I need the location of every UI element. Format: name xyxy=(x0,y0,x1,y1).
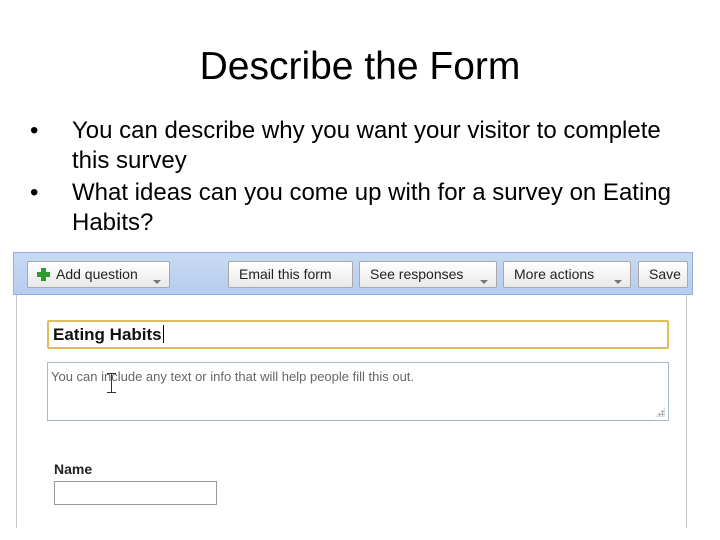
save-button[interactable]: Save xyxy=(638,261,688,288)
bullet-list: • You can describe why you want your vis… xyxy=(28,116,698,240)
chevron-down-icon xyxy=(480,280,488,284)
form-toolbar: Add question Email this form See respons… xyxy=(13,252,693,295)
see-responses-label: See responses xyxy=(370,266,464,282)
slide-title: Describe the Form xyxy=(199,45,521,88)
resize-grip-icon[interactable] xyxy=(655,407,665,417)
name-field[interactable] xyxy=(54,481,217,505)
form-description-placeholder: You can include any text or info that wi… xyxy=(51,369,415,384)
bullet-text: What ideas can you come up with for a su… xyxy=(72,179,671,236)
email-form-button[interactable]: Email this form xyxy=(228,261,353,288)
plus-icon xyxy=(37,268,50,281)
more-actions-label: More actions xyxy=(514,266,595,282)
bullet-text: You can describe why you want your visit… xyxy=(72,117,661,174)
more-actions-button[interactable]: More actions xyxy=(503,261,631,288)
form-description-input[interactable]: You can include any text or info that wi… xyxy=(47,362,669,421)
add-question-label: Add question xyxy=(56,266,138,282)
form-body: Eating Habits You can include any text o… xyxy=(16,295,687,528)
bullet-dot-icon: • xyxy=(30,179,39,206)
ibeam-cursor-icon xyxy=(107,373,116,393)
bullet-item: • You can describe why you want your vis… xyxy=(28,116,698,176)
bullet-dot-icon: • xyxy=(30,117,39,144)
chevron-down-icon xyxy=(614,280,622,284)
form-title-input[interactable]: Eating Habits xyxy=(47,320,669,349)
text-cursor-icon xyxy=(162,325,164,343)
add-question-button[interactable]: Add question xyxy=(27,261,170,288)
form-editor-screenshot: Add question Email this form See respons… xyxy=(13,252,693,528)
bullet-item: • What ideas can you come up with for a … xyxy=(28,178,698,238)
email-form-label: Email this form xyxy=(239,266,332,282)
save-label: Save xyxy=(649,266,681,282)
form-title-value: Eating Habits xyxy=(53,325,162,344)
chevron-down-icon xyxy=(153,280,161,284)
name-field-label: Name xyxy=(54,461,93,477)
see-responses-button[interactable]: See responses xyxy=(359,261,497,288)
